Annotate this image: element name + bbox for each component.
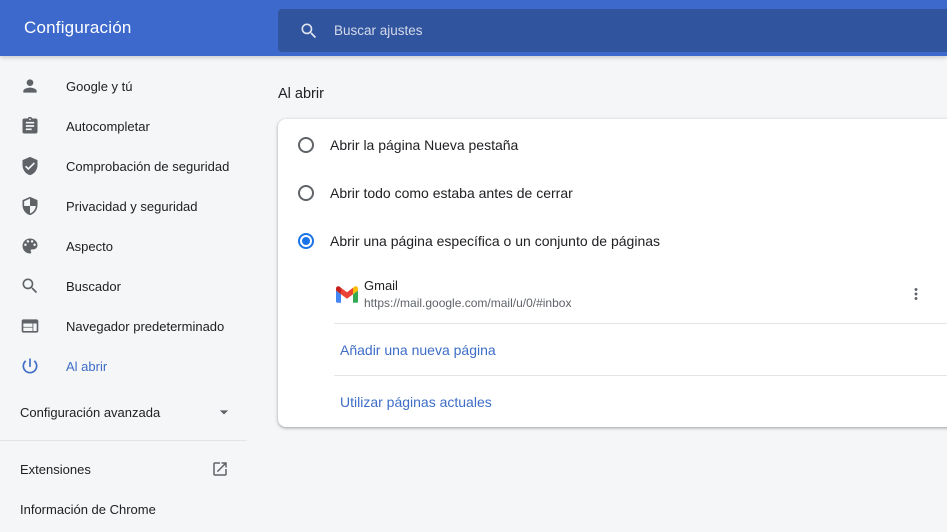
sidebar-item-autocompletar[interactable]: Autocompletar — [0, 106, 247, 146]
settings-header: Configuración — [0, 0, 947, 56]
settings-search-box[interactable] — [278, 9, 947, 52]
settings-content: Al abrir Abrir la página Nueva pestaña A… — [278, 56, 947, 427]
open-in-new-icon — [211, 460, 229, 478]
sidebar-item-privacidad-seguridad[interactable]: Privacidad y seguridad — [0, 186, 247, 226]
radio-button[interactable] — [298, 137, 314, 153]
footer-item-label: Información de Chrome — [20, 502, 156, 517]
sidebar-item-label: Navegador predeterminado — [66, 319, 224, 334]
sidebar-item-aspecto[interactable]: Aspecto — [0, 226, 247, 266]
shield-check-icon — [20, 156, 40, 176]
sidebar-item-label: Privacidad y seguridad — [66, 199, 198, 214]
option-label: Abrir una página específica o un conjunt… — [330, 233, 660, 249]
option-label: Abrir todo como estaba antes de cerrar — [330, 185, 573, 201]
browser-window-icon — [20, 316, 40, 336]
person-icon — [20, 76, 40, 96]
more-options-button[interactable] — [903, 281, 929, 307]
advanced-label: Configuración avanzada — [20, 405, 160, 420]
sidebar-item-informacion-de-chrome[interactable]: Información de Chrome — [0, 489, 247, 529]
footer-item-label: Extensiones — [20, 462, 91, 477]
search-icon — [299, 21, 319, 41]
option-continue-where-left-off[interactable]: Abrir todo como estaba antes de cerrar — [278, 169, 947, 217]
sidebar-item-label: Autocompletar — [66, 119, 150, 134]
sidebar-item-label: Al abrir — [66, 359, 107, 374]
option-open-new-tab-page[interactable]: Abrir la página Nueva pestaña — [278, 121, 947, 169]
option-open-specific-pages[interactable]: Abrir una página específica o un conjunt… — [278, 217, 947, 265]
sidebar-item-comprobacion-seguridad[interactable]: Comprobación de seguridad — [0, 146, 247, 186]
section-title: Al abrir — [278, 84, 947, 104]
use-current-pages-label: Utilizar páginas actuales — [340, 394, 492, 410]
sidebar-item-label: Aspecto — [66, 239, 113, 254]
on-startup-card: Abrir la página Nueva pestaña Abrir todo… — [278, 119, 947, 427]
page-title: Configuración — [24, 18, 132, 38]
startup-page-title: Gmail — [364, 278, 571, 293]
sidebar-item-google-y-tu[interactable]: Google y tú — [0, 66, 247, 106]
clipboard-icon — [20, 116, 40, 136]
palette-icon — [20, 236, 40, 256]
more-vert-icon — [907, 285, 925, 303]
sidebar-item-label: Buscador — [66, 279, 121, 294]
sidebar-item-al-abrir[interactable]: Al abrir — [0, 346, 247, 386]
radio-button[interactable] — [298, 185, 314, 201]
shield-icon — [20, 196, 40, 216]
add-new-page-button[interactable]: Añadir una nueva página — [278, 324, 947, 375]
sidebar-item-label: Google y tú — [66, 79, 133, 94]
search-icon — [20, 276, 40, 296]
gmail-icon — [336, 286, 358, 303]
startup-page-info: Gmail https://mail.google.com/mail/u/0/#… — [364, 278, 571, 310]
sidebar-item-navegador-predeterminado[interactable]: Navegador predeterminado — [0, 306, 247, 346]
sidebar-item-extensiones[interactable]: Extensiones — [0, 449, 247, 489]
sidebar-item-buscador[interactable]: Buscador — [0, 266, 247, 306]
search-input[interactable] — [334, 23, 734, 38]
power-icon — [20, 356, 40, 376]
sidebar-item-label: Comprobación de seguridad — [66, 159, 229, 174]
radio-button-checked[interactable] — [298, 233, 314, 249]
sidebar-item-configuracion-avanzada[interactable]: Configuración avanzada — [0, 392, 247, 432]
settings-sidebar: Google y tú Autocompletar Comprobación d… — [0, 56, 247, 529]
option-label: Abrir la página Nueva pestaña — [330, 137, 518, 153]
sidebar-divider — [0, 440, 247, 441]
chevron-down-icon — [214, 402, 234, 422]
add-new-page-label: Añadir una nueva página — [340, 342, 496, 358]
startup-page-row: Gmail https://mail.google.com/mail/u/0/#… — [278, 265, 947, 323]
use-current-pages-button[interactable]: Utilizar páginas actuales — [278, 376, 947, 427]
startup-page-url: https://mail.google.com/mail/u/0/#inbox — [364, 296, 571, 310]
